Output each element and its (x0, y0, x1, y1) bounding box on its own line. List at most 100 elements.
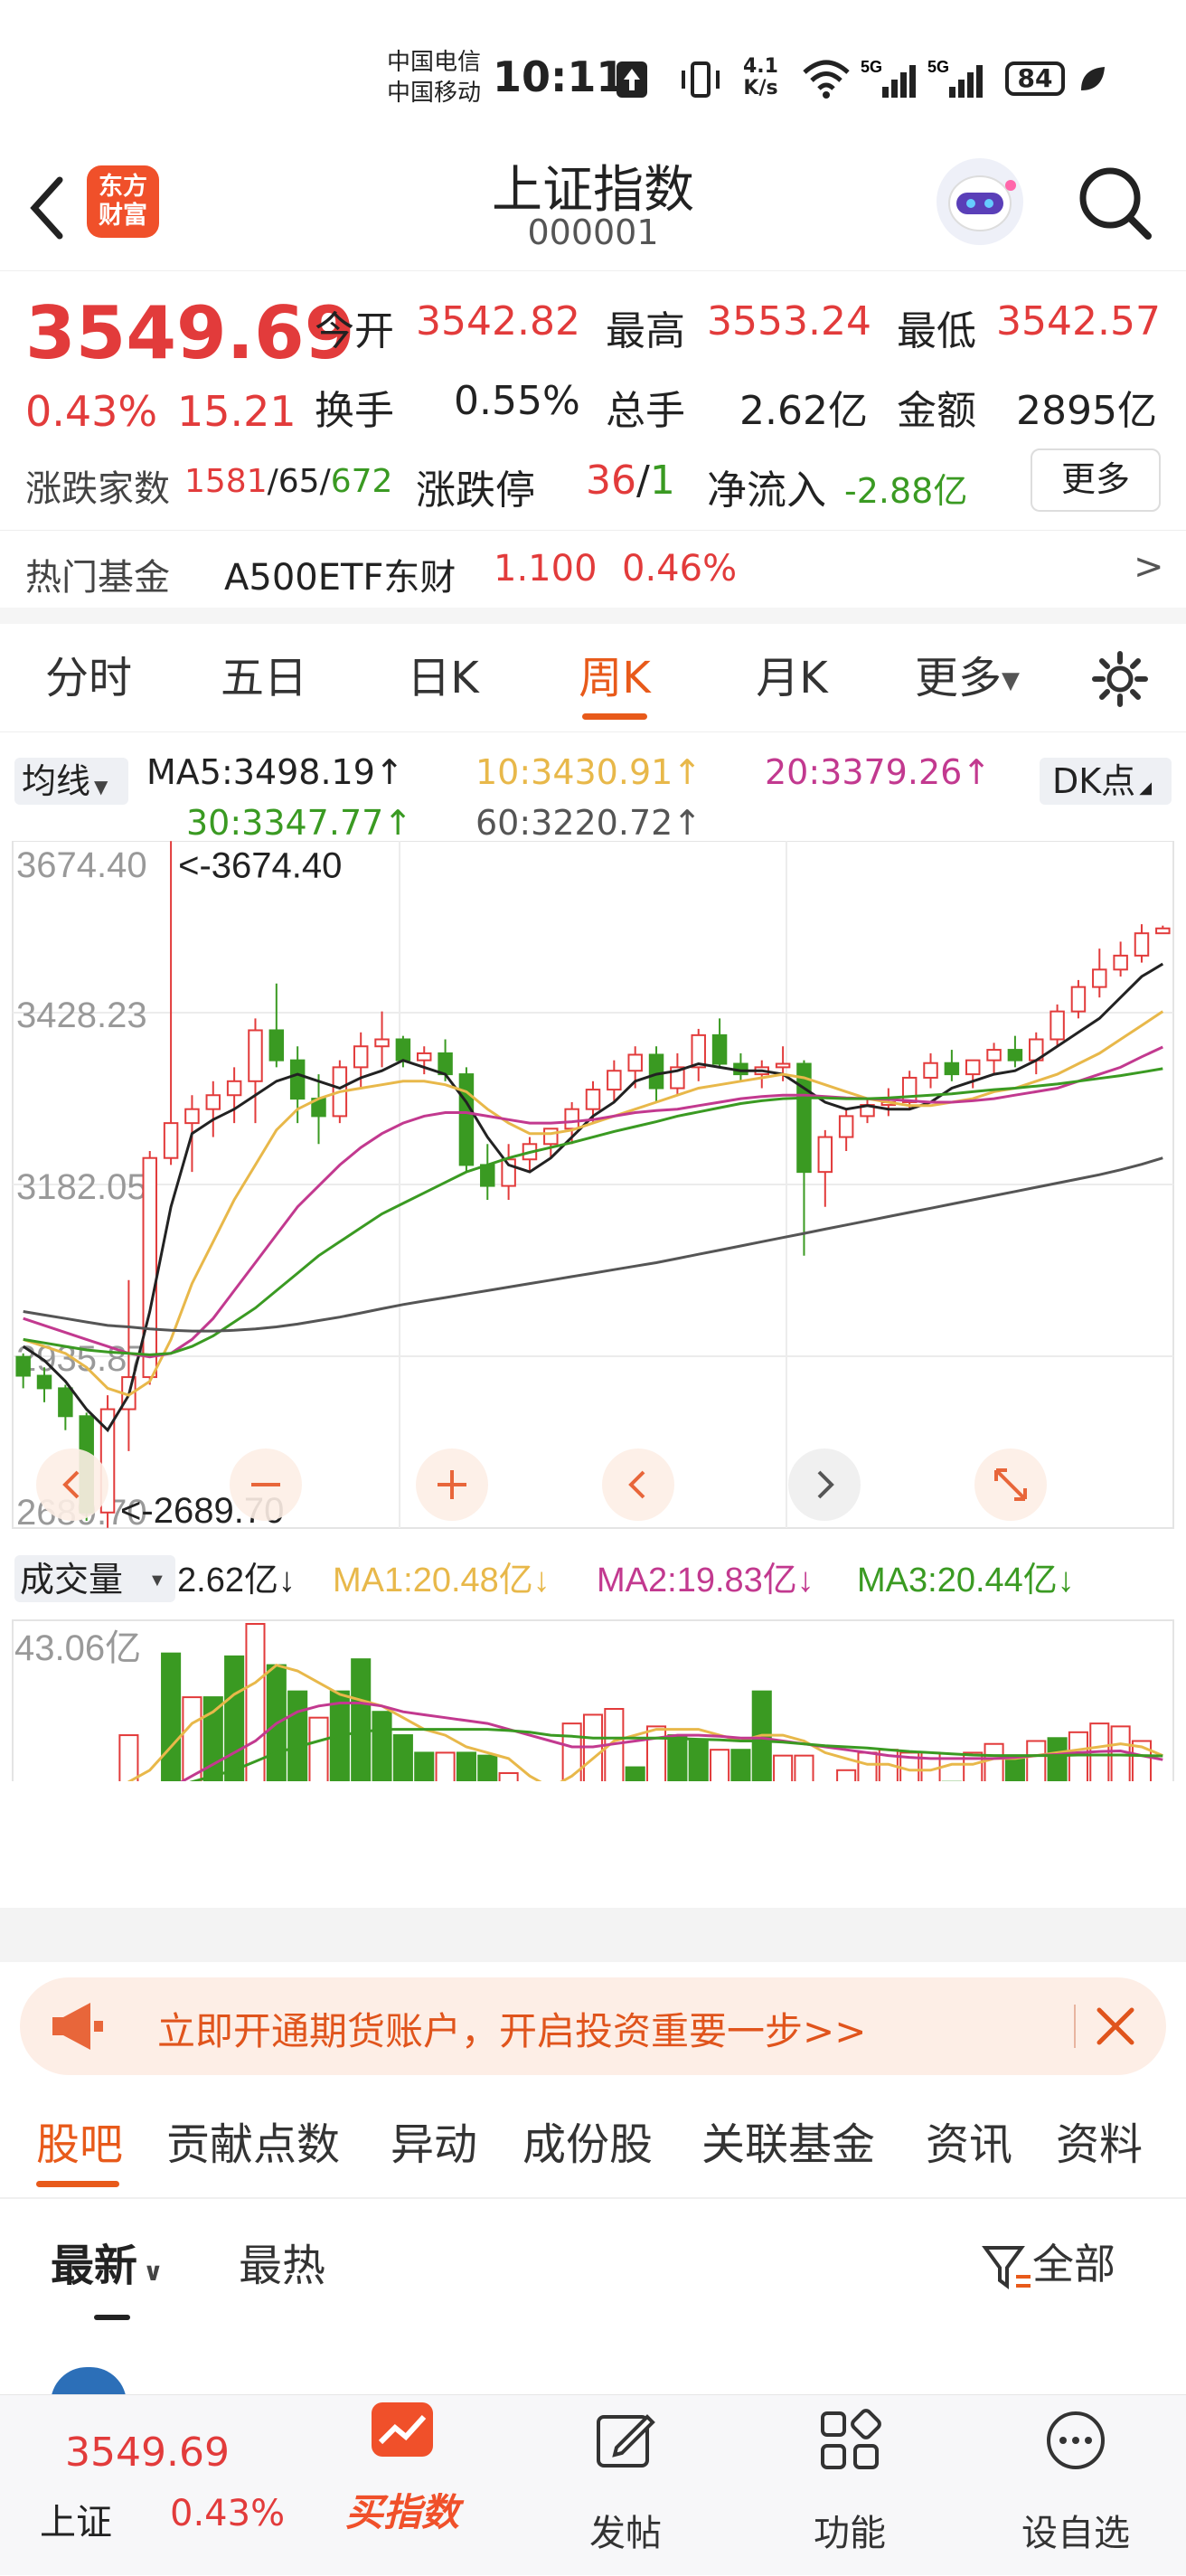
step-right-button[interactable] (788, 1448, 861, 1521)
volume-bar (456, 1751, 476, 1781)
post-button[interactable]: 发帖 (535, 2395, 716, 2576)
candle-body (1092, 968, 1107, 988)
change-percent: 0.43% (25, 387, 158, 436)
candle-body (1070, 986, 1087, 1013)
volume-bar (1047, 1737, 1068, 1781)
volume-bar (118, 1734, 139, 1781)
volume-bar (561, 1722, 582, 1781)
turnover-value: 0.55% (454, 378, 580, 424)
volume-value: 2.62亿 (739, 388, 868, 434)
tab-movement[interactable]: 异动 (391, 2090, 477, 2199)
volume-bar (224, 1655, 245, 1781)
buy-index-label: 买指数 (344, 2490, 459, 2534)
more-button[interactable]: 更多 (1031, 448, 1161, 512)
banner-divider (1074, 2005, 1076, 2048)
high-label: 最高 (606, 308, 685, 354)
volume-ma-legend: MA2:19.83亿↓ (597, 1562, 814, 1599)
tab-news[interactable]: 资讯 (926, 2090, 1012, 2199)
close-icon[interactable] (1092, 2003, 1139, 2050)
search-icon[interactable] (1076, 164, 1153, 241)
sort-latest[interactable]: 最新 ∨ (51, 2230, 164, 2293)
index-mini-quote[interactable]: 3549.69 上证 0.43% (0, 2395, 298, 2576)
signal-5g-icon-2: 5G (927, 58, 983, 98)
breadth-values: 1581/65/672 (184, 463, 392, 500)
candle-body (395, 1038, 411, 1062)
turnover-label: 换手 (315, 388, 394, 434)
volume-ma-legend: MA1:20.48亿↓ (333, 1562, 551, 1599)
volume-bar (287, 1690, 308, 1781)
tab-more[interactable]: 更多▼ (904, 624, 1031, 732)
sort-hottest[interactable]: 最热 (239, 2230, 325, 2293)
tab-daily-k[interactable]: 日K (380, 624, 506, 732)
candle-body (986, 1049, 1002, 1062)
tab-guba-underline (36, 2181, 119, 2187)
fund-price: 1.100 (494, 548, 598, 590)
volume-bar (857, 1751, 878, 1781)
gear-icon[interactable] (1092, 651, 1148, 707)
candle-body (36, 1374, 52, 1390)
tab-related-funds[interactable]: 关联基金 (701, 2090, 875, 2199)
candle-body (58, 1387, 73, 1418)
status-time: 10:11 (493, 52, 626, 101)
vibrate-icon (682, 61, 720, 98)
tab-weekly-k[interactable]: 周K (551, 624, 678, 732)
tab-profile[interactable]: 资料 (1056, 2090, 1143, 2199)
tab-monthly-k[interactable]: 月K (729, 624, 855, 732)
volume-selector-caret-icon: ▼ (148, 1571, 166, 1590)
volume-bar (710, 1749, 730, 1781)
tab-constituents[interactable]: 成份股 (522, 2090, 653, 2199)
candle-body (226, 1080, 242, 1097)
dk-point-label: DK点 (1052, 761, 1136, 801)
low-label: 最低 (897, 308, 976, 354)
candle-body (923, 1062, 938, 1079)
post-label: 发帖 (589, 2513, 662, 2554)
quote-panel: 3549.69 0.43% 15.21 今开 3542.82 最高 3553.2… (0, 271, 1186, 624)
candle-body (416, 1052, 432, 1062)
battery-level: 84 (1017, 63, 1053, 93)
zoom-out-button[interactable] (230, 1448, 302, 1521)
limit-up: 36 (586, 458, 636, 504)
megaphone-icon (52, 2003, 103, 2050)
candle-body (817, 1136, 833, 1174)
hot-fund-row[interactable]: 热门基金 A500ETF东财 1.100 0.46% > (0, 532, 1186, 608)
ma-selector[interactable]: 均线 ▼ (14, 758, 128, 805)
volume-bar (688, 1740, 709, 1781)
more-dots-icon (1047, 2411, 1105, 2469)
tab-contribution[interactable]: 贡献点数 (166, 2090, 340, 2199)
scroll-left-button[interactable] (36, 1448, 108, 1521)
filter-button[interactable]: 全部 (982, 2232, 1115, 2293)
watchlist-label: 设自选 (1021, 2513, 1130, 2554)
candle-body (965, 1059, 981, 1076)
candle-body (184, 1108, 200, 1125)
battery-icon: 84 (1005, 61, 1065, 96)
candle-body (648, 1053, 664, 1090)
fullscreen-button[interactable] (974, 1448, 1047, 1521)
volume-bar (414, 1751, 435, 1781)
volume-bar (351, 1658, 372, 1781)
banner-text: 立即开通期货账户，开启投资重要一步>> (157, 2009, 867, 2053)
zoom-in-button[interactable] (416, 1448, 488, 1521)
dk-point-button[interactable]: DK点 ◢ (1040, 758, 1172, 805)
svg-text:5G: 5G (927, 58, 949, 76)
flat-count: 65 (278, 463, 320, 500)
candle-body (711, 1033, 728, 1065)
price-axis-tick: 3182.05 (16, 1167, 147, 1207)
low-value: 3542.57 (996, 298, 1161, 344)
ma-selector-caret-icon: ▼ (94, 776, 108, 797)
tab-intraday[interactable]: 分时 (25, 624, 152, 732)
net-speed-unit: K/s (743, 77, 778, 99)
buy-index-button[interactable]: 买指数 (312, 2395, 493, 2576)
tab-five-day[interactable]: 五日 (201, 624, 327, 732)
watchlist-button[interactable]: 设自选 (985, 2395, 1166, 2576)
candle-body (775, 1062, 791, 1069)
ma30-legend: 30:3347.77↑ (186, 803, 413, 843)
ma10-legend: 10:3430.91↑ (475, 752, 702, 792)
function-button[interactable]: 功能 (759, 2395, 940, 2576)
step-left-button[interactable] (602, 1448, 674, 1521)
candle-body (15, 1355, 31, 1377)
limit-label: 涨跌停 (416, 467, 535, 514)
robot-assistant-icon[interactable] (937, 158, 1023, 245)
kline-chart[interactable]: 3674.403428.233182.052935.872689.70<-367… (0, 841, 1186, 1781)
limit-down: 1 (649, 458, 675, 504)
futures-banner[interactable]: 立即开通期货账户，开启投资重要一步>> (20, 1977, 1166, 2075)
